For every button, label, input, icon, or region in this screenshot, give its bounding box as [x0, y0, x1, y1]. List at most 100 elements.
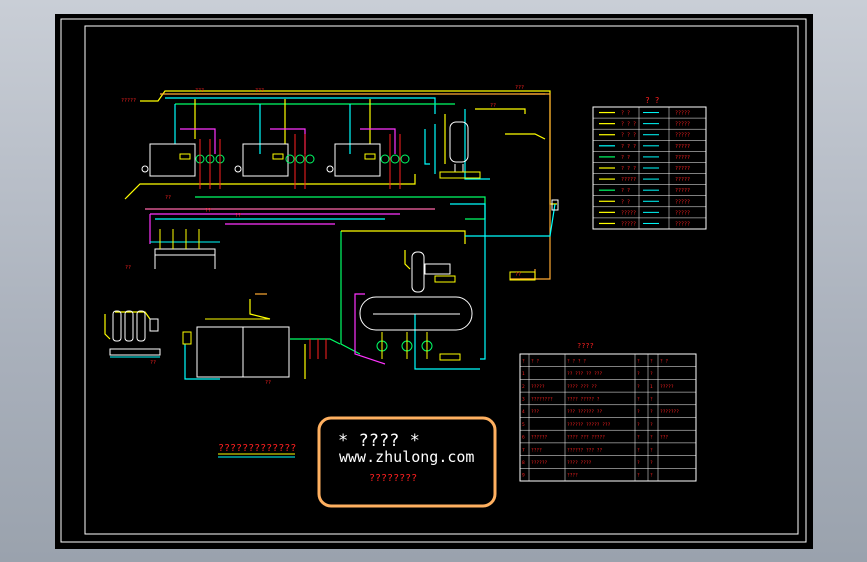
legend-label: ?????: [675, 166, 690, 172]
legend-code: ?????: [621, 210, 636, 216]
table-cell: 6: [522, 435, 525, 441]
table-cell: ?: [650, 371, 653, 377]
water-tank-horizontal: [359, 296, 473, 361]
legend-label: ?????: [675, 199, 690, 205]
deaerator-column: [411, 251, 456, 293]
table-cell: ?: [637, 422, 640, 428]
pipe-label: ??: [235, 213, 241, 219]
table-cell: ????: [567, 473, 578, 479]
table-cell: ?: [637, 460, 640, 466]
pipe-label: ???: [255, 88, 264, 94]
table-cell: ???? ????? ?: [567, 396, 600, 402]
table-cell: ????: [531, 447, 542, 453]
table-cell: ?: [637, 409, 640, 415]
table-cell: 8: [522, 460, 525, 466]
water-filters: [109, 310, 161, 358]
pipe-label: ??: [150, 360, 156, 366]
pipe-label: ?????: [121, 98, 136, 104]
legend-code: ? ? ?: [621, 133, 636, 139]
legend-label: ?????: [675, 221, 690, 227]
table-cell: 3: [522, 396, 525, 402]
table-cell: ?: [637, 371, 640, 377]
legend-label: ?????: [675, 188, 690, 194]
pipe-labels: ????? ??? ??? ??? ?? ?? ?? ?? ?? ?? ?? ?…: [121, 85, 524, 386]
table-cell: ?: [637, 473, 640, 479]
legend-label: ?????: [675, 177, 690, 183]
pipe-label: ??: [205, 208, 211, 214]
table-cell: ???: [531, 409, 539, 415]
table-cell: 4: [522, 409, 525, 415]
table-cell: ? ? ? ?: [567, 358, 586, 364]
legend-table: ? ? ? ?????? ? ? ?????? ? ? ?????? ? ? ????…: [592, 96, 707, 230]
table-cell: ??? ?????? ??: [567, 409, 603, 415]
table-cell: ?????: [660, 384, 674, 390]
legend-code: ? ?: [621, 188, 630, 194]
cad-viewport[interactable]: ????? ??? ??? ??? ?? ?? ?? ?? ?? ?? ?? ?…: [55, 14, 813, 549]
table-cell: ?: [650, 396, 653, 402]
table-cell: ??????: [531, 435, 548, 441]
boiler-unit-1: [141, 139, 225, 189]
legend-code: ?????: [621, 221, 636, 227]
table-cell: ???: [660, 435, 668, 441]
legend-code: ? ?: [621, 199, 630, 205]
legend-code: ?????: [621, 177, 636, 183]
table-cell: ?: [637, 447, 640, 453]
table-cell: ?? ??? ?? ???: [567, 371, 603, 377]
legend-label: ?????: [675, 155, 690, 161]
watermark-stamp: * ???? * www.zhulong.com ????????: [317, 416, 497, 508]
table-cell: 5: [522, 422, 525, 428]
table-cell: ? ?: [660, 358, 668, 364]
pipe-label: ??: [125, 265, 131, 271]
legend-code: ? ?: [621, 111, 630, 117]
table-cell: ?: [650, 409, 653, 415]
legend-code: ? ? ?: [621, 144, 636, 150]
legend-label: ?????: [675, 122, 690, 128]
drawing-title: ?????????????: [218, 443, 296, 454]
table-cell: ?????? ??? ??: [567, 447, 603, 453]
table-cell: ?: [650, 447, 653, 453]
equipment-table: ???? ?? ?? ? ? ???? ?1?? ??? ?? ???? ?2??…: [519, 342, 697, 482]
steam-vessel: [439, 121, 481, 179]
pipe-label: ??: [165, 195, 171, 201]
table-cell: ?: [637, 396, 640, 402]
legend-label: ?????: [675, 144, 690, 150]
boiler-unit-2: [234, 134, 315, 189]
table-cell: ?: [637, 384, 640, 390]
table-cell: ?: [650, 422, 653, 428]
stamp-line-3: ????????: [369, 473, 417, 484]
table-cell: 1: [522, 371, 525, 377]
pipe-label: ???: [195, 88, 204, 94]
stamp-line-2: www.zhulong.com: [339, 448, 474, 466]
table-cell: 2: [522, 384, 525, 390]
table-cell: 7: [522, 447, 525, 453]
legend-label: ?????: [675, 133, 690, 139]
process-flow-drawing: ????? ??? ??? ??? ?? ?? ?? ?? ?? ?? ?? ?…: [60, 18, 807, 543]
table-cell: ???? ??? ??: [567, 384, 597, 390]
table-cell: ?: [637, 358, 640, 364]
table-cell: ?: [650, 435, 653, 441]
equipment-table-title: ????: [577, 342, 594, 350]
table-cell: ???????: [660, 409, 679, 415]
pipe-label: ???: [515, 85, 524, 91]
table-cell: ????????: [531, 396, 553, 402]
table-cell: ???? ????: [567, 460, 592, 466]
table-cell: ?: [650, 460, 653, 466]
pipe-label: ??: [515, 272, 521, 278]
table-cell: ??????: [531, 460, 548, 466]
pipe-label: ??: [490, 103, 496, 109]
valve-manifold: [150, 229, 220, 269]
legend-label: ?????: [675, 111, 690, 117]
table-cell: 1: [650, 384, 653, 390]
table-cell: ?????? ????? ???: [567, 422, 611, 428]
legend-code: ? ?: [621, 155, 630, 161]
boiler-unit-3: [326, 134, 410, 189]
table-cell: ???? ??? ?????: [567, 435, 605, 441]
table-cell: ?: [650, 473, 653, 479]
legend-code: ? ? ?: [621, 166, 636, 172]
table-cell: 9: [522, 473, 525, 479]
table-cell: ?: [637, 435, 640, 441]
pipe-label: ??: [265, 380, 271, 386]
legend-code: ? ? ?: [621, 122, 636, 128]
table-cell: ?: [650, 358, 653, 364]
legend-label: ?????: [675, 210, 690, 216]
